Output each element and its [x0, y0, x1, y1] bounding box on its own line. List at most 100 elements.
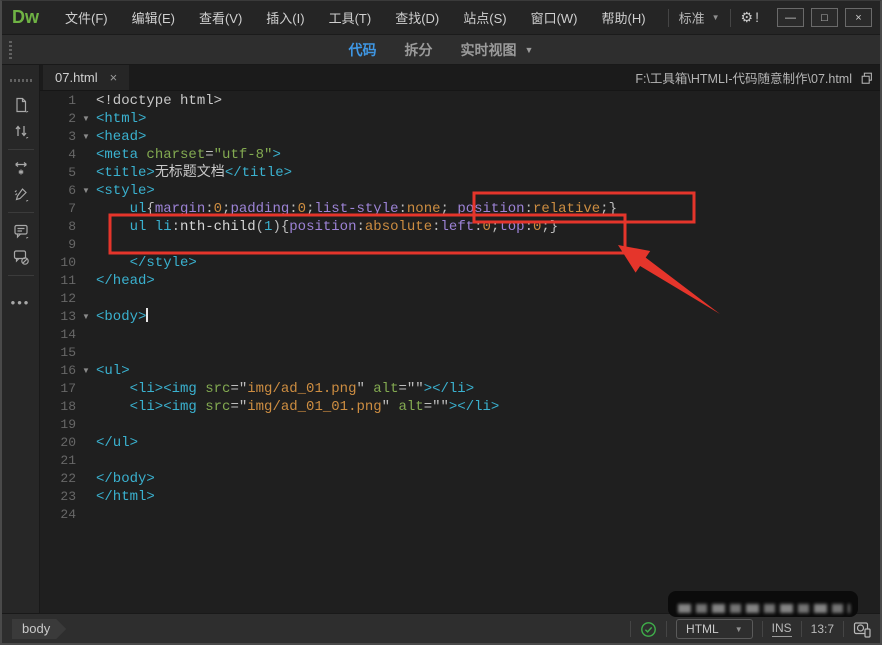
line-number: 9 [40, 236, 76, 254]
settings-update-button[interactable]: ⚙! [741, 9, 761, 26]
insert-mode-toggle[interactable]: INS [772, 621, 792, 637]
menu-item[interactable]: 编辑(E) [120, 8, 187, 27]
code-line[interactable]: 4<meta charset="utf-8"> [40, 146, 880, 164]
line-number: 23 [40, 488, 76, 506]
code-editor[interactable]: 1<!doctype html>2▼<html>3▼<head>4<meta c… [40, 91, 880, 613]
code-text: <title>无标题文档</title> [96, 164, 292, 182]
view-mode-split[interactable]: 拆分 [405, 40, 433, 60]
word-wrap-icon[interactable] [6, 155, 36, 181]
code-line[interactable]: 1<!doctype html> [40, 92, 880, 110]
menu-item[interactable]: 查找(D) [383, 8, 451, 27]
code-line[interactable]: 9 [40, 236, 880, 254]
code-line[interactable]: 14 [40, 326, 880, 344]
chevron-down-icon[interactable]: ▼ [525, 45, 534, 55]
code-text: <head> [96, 128, 146, 146]
restore-panel-icon[interactable] [860, 71, 874, 85]
code-line[interactable]: 15 [40, 344, 880, 362]
code-text: <style> [96, 182, 155, 200]
code-line[interactable]: 21 [40, 452, 880, 470]
coding-toolbar-sidebar: ••• [2, 65, 40, 613]
menu-item[interactable]: 帮助(H) [590, 8, 658, 27]
code-line[interactable]: 2▼<html> [40, 110, 880, 128]
line-number: 13 [40, 308, 76, 326]
code-line[interactable]: 5<title>无标题文档</title> [40, 164, 880, 182]
code-text: </ul> [96, 434, 138, 452]
menu-item[interactable]: 查看(V) [187, 8, 254, 27]
line-number: 24 [40, 506, 76, 524]
dreamweaver-window: Dw 文件(F)编辑(E)查看(V)插入(I)工具(T)查找(D)站点(S)窗口… [0, 0, 882, 645]
fold-gutter [76, 344, 96, 362]
workspace-switcher[interactable]: 标准 ▼ [679, 8, 720, 27]
line-number: 15 [40, 344, 76, 362]
mode-label: 拆分 [405, 40, 433, 60]
code-line[interactable]: 18<li><img src="img/ad_01_01.png" alt=""… [40, 398, 880, 416]
code-line[interactable]: 12 [40, 290, 880, 308]
menu-item[interactable]: 站点(S) [451, 8, 518, 27]
document-tab[interactable]: 07.html × [43, 65, 129, 90]
code-line[interactable]: 10</style> [40, 254, 880, 272]
code-text: <li><img src="img/ad_01.png" alt=""></li… [96, 380, 474, 398]
maximize-button[interactable]: □ [811, 8, 838, 27]
fold-gutter [76, 398, 96, 416]
fold-arrow-icon[interactable]: ▼ [76, 128, 96, 146]
close-button[interactable]: × [845, 8, 872, 27]
file-path-area: F:\工具箱\HTMLI-代码随意制作\07.html [635, 65, 880, 90]
menu-item[interactable]: 插入(I) [254, 8, 316, 27]
code-line[interactable]: 16▼<ul> [40, 362, 880, 380]
divider [8, 149, 34, 150]
view-mode-live[interactable]: 实时视图 ▼ [461, 40, 534, 60]
line-number: 19 [40, 416, 76, 434]
code-line[interactable]: 19 [40, 416, 880, 434]
files-icon[interactable] [6, 92, 36, 118]
realtime-preview-icon[interactable] [853, 621, 872, 638]
menu-item[interactable]: 窗口(W) [519, 8, 590, 27]
divider [8, 212, 34, 213]
minimize-button[interactable]: — [777, 8, 804, 27]
lint-ok-icon[interactable] [640, 621, 657, 638]
code-line[interactable]: 22</body> [40, 470, 880, 488]
code-text: </html> [96, 488, 155, 506]
code-line[interactable]: 6▼<style> [40, 182, 880, 200]
code-line[interactable]: 7ul{margin:0;padding:0;list-style:none; … [40, 200, 880, 218]
code-line[interactable]: 13▼<body> [40, 308, 880, 326]
fold-gutter [76, 470, 96, 488]
line-number: 6 [40, 182, 76, 200]
code-line[interactable]: 11</head> [40, 272, 880, 290]
view-mode-code[interactable]: 代码 [349, 40, 377, 60]
title-bar: Dw 文件(F)编辑(E)查看(V)插入(I)工具(T)查找(D)站点(S)窗口… [2, 1, 880, 35]
code-line[interactable]: 24 [40, 506, 880, 524]
more-options-icon[interactable]: ••• [11, 295, 31, 310]
code-line[interactable]: 8ul li:nth-child(1){position:absolute:le… [40, 218, 880, 236]
format-source-icon[interactable] [6, 181, 36, 207]
fold-arrow-icon[interactable]: ▼ [76, 362, 96, 380]
line-number: 8 [40, 218, 76, 236]
tab-close-icon[interactable]: × [110, 70, 118, 85]
blurred-tooltip-text [678, 604, 850, 613]
file-path: F:\工具箱\HTMLI-代码随意制作\07.html [635, 68, 852, 87]
code-text: <body> [96, 308, 148, 326]
menu-item[interactable]: 工具(T) [317, 8, 384, 27]
apply-comment-icon[interactable] [6, 218, 36, 244]
line-number: 10 [40, 254, 76, 272]
line-number: 1 [40, 92, 76, 110]
divider [762, 621, 763, 637]
code-line[interactable]: 17<li><img src="img/ad_01.png" alt=""></… [40, 380, 880, 398]
fold-arrow-icon[interactable]: ▼ [76, 182, 96, 200]
code-line[interactable]: 23 </html> [40, 488, 880, 506]
remove-comment-icon[interactable] [6, 244, 36, 270]
fold-gutter [76, 254, 96, 272]
code-line[interactable]: 3▼<head> [40, 128, 880, 146]
doctype-selector[interactable]: HTML ▼ [676, 619, 753, 639]
text-cursor [146, 308, 148, 322]
fold-arrow-icon[interactable]: ▼ [76, 110, 96, 128]
mode-label: 实时视图 [461, 40, 517, 60]
sidebar-grip-handle[interactable] [10, 79, 32, 82]
tag-selector-body[interactable]: body [12, 619, 66, 639]
fold-gutter [76, 506, 96, 524]
menu-item[interactable]: 文件(F) [53, 8, 120, 27]
code-line[interactable]: 20</ul> [40, 434, 880, 452]
sort-lines-icon[interactable] [6, 118, 36, 144]
fold-arrow-icon[interactable]: ▼ [76, 308, 96, 326]
dreamweaver-logo: Dw [2, 7, 53, 28]
view-mode-switcher: 代码 拆分 实时视图 ▼ [2, 40, 880, 60]
